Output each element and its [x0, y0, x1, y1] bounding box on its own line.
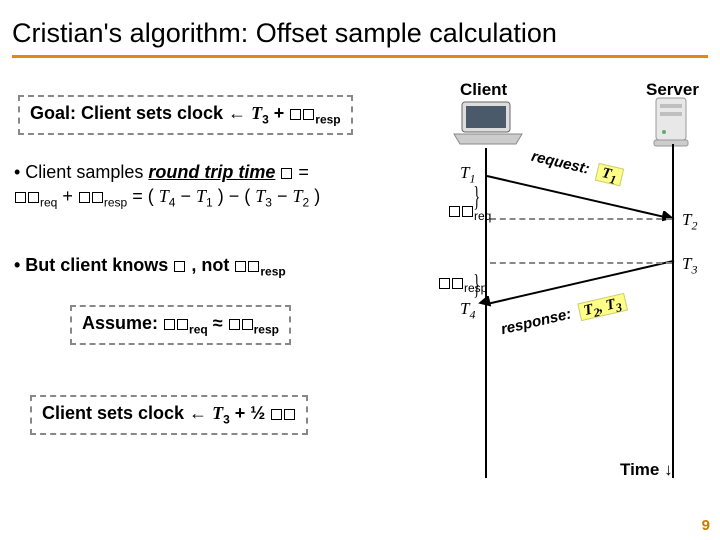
- placeholder-icon: [28, 192, 39, 203]
- placeholder-icon: [79, 192, 90, 203]
- b1-minus2: −: [277, 186, 293, 206]
- request-arrow: [487, 175, 675, 220]
- placeholder-icon: [303, 109, 314, 120]
- dash-t2: [490, 218, 672, 220]
- goal-prefix: Goal: Client sets clock ←: [30, 103, 251, 123]
- server-icon: [650, 96, 694, 148]
- b1-eq2: = (: [132, 186, 154, 206]
- response-label: response: T2, T3: [499, 293, 628, 342]
- goal-delta-sub: resp: [315, 113, 340, 127]
- assume-sub-req: req: [189, 323, 208, 337]
- goal-box: Goal: Client sets clock ← T3 + resp: [18, 95, 353, 135]
- b1-T2: T: [292, 186, 302, 206]
- final-prefix: Client sets clock ←: [42, 403, 212, 423]
- b1-eq: =: [293, 162, 309, 182]
- final-T: T: [212, 403, 223, 423]
- b1-close: ) − (: [218, 186, 251, 206]
- b2-mid: , not: [191, 255, 234, 275]
- bullet-rtt: • Client samples round trip time = req +…: [14, 160, 404, 211]
- t2-label: T2: [682, 210, 697, 233]
- placeholder-icon: [281, 168, 292, 179]
- request-label: request: T1: [529, 148, 624, 189]
- placeholder-icon: [235, 261, 246, 272]
- assume-sub-resp: resp: [254, 323, 279, 337]
- assume-box: Assume: req ≈ resp: [70, 305, 291, 345]
- b1-T1: T: [196, 186, 206, 206]
- page-number: 9: [702, 517, 710, 534]
- b2-lead: • But client knows: [14, 255, 173, 275]
- b1-sub-resp: resp: [104, 196, 127, 210]
- b1-plus: +: [62, 186, 78, 206]
- arrowhead-icon: [478, 296, 494, 312]
- placeholder-icon: [174, 261, 185, 272]
- b1-sub-req: req: [40, 196, 57, 210]
- client-timeline: [485, 148, 487, 478]
- client-label: Client: [460, 80, 507, 100]
- placeholder-icon: [290, 109, 301, 120]
- placeholder-icon: [248, 261, 259, 272]
- placeholder-icon: [284, 409, 295, 420]
- goal-T: T: [251, 103, 262, 123]
- placeholder-icon: [164, 319, 175, 330]
- placeholder-icon: [271, 409, 282, 420]
- t4-label: T4: [460, 299, 475, 322]
- placeholder-icon: [92, 192, 103, 203]
- dash-t3: [490, 262, 672, 264]
- b2-sub: resp: [260, 265, 285, 279]
- placeholder-icon: [449, 206, 460, 217]
- b1-T3: T: [255, 186, 265, 206]
- b1-T4: T: [159, 186, 169, 206]
- b1-rtt: round trip time: [148, 162, 275, 182]
- slide-title: Cristian's algorithm: Offset sample calc…: [0, 0, 720, 55]
- placeholder-icon: [177, 319, 188, 330]
- b1-lead: • Client samples: [14, 162, 148, 182]
- goal-sub: 3: [262, 113, 269, 127]
- placeholder-icon: [229, 319, 240, 330]
- placeholder-icon: [462, 206, 473, 217]
- goal-plus: +: [274, 103, 290, 123]
- b1-minus: −: [180, 186, 196, 206]
- delta-req-label: req: [448, 203, 491, 223]
- assume-approx: ≈: [213, 313, 228, 333]
- b1-end: ): [314, 186, 320, 206]
- final-box: Client sets clock ← T3 + ½: [30, 395, 308, 435]
- delta-resp-label: resp: [438, 275, 487, 295]
- response-arrow: [487, 260, 675, 305]
- time-arrow-label: Time ↓: [620, 460, 673, 480]
- placeholder-icon: [242, 319, 253, 330]
- final-plus: + ½: [235, 403, 266, 423]
- t3-label: T3: [682, 254, 697, 277]
- assume-label: Assume:: [82, 313, 163, 333]
- server-timeline: [672, 144, 674, 478]
- placeholder-icon: [15, 192, 26, 203]
- laptop-icon: [448, 100, 528, 148]
- bullet-butclient: • But client knows , not resp: [14, 255, 286, 279]
- placeholder-icon: [452, 278, 463, 289]
- placeholder-icon: [439, 278, 450, 289]
- title-rule: [12, 55, 708, 58]
